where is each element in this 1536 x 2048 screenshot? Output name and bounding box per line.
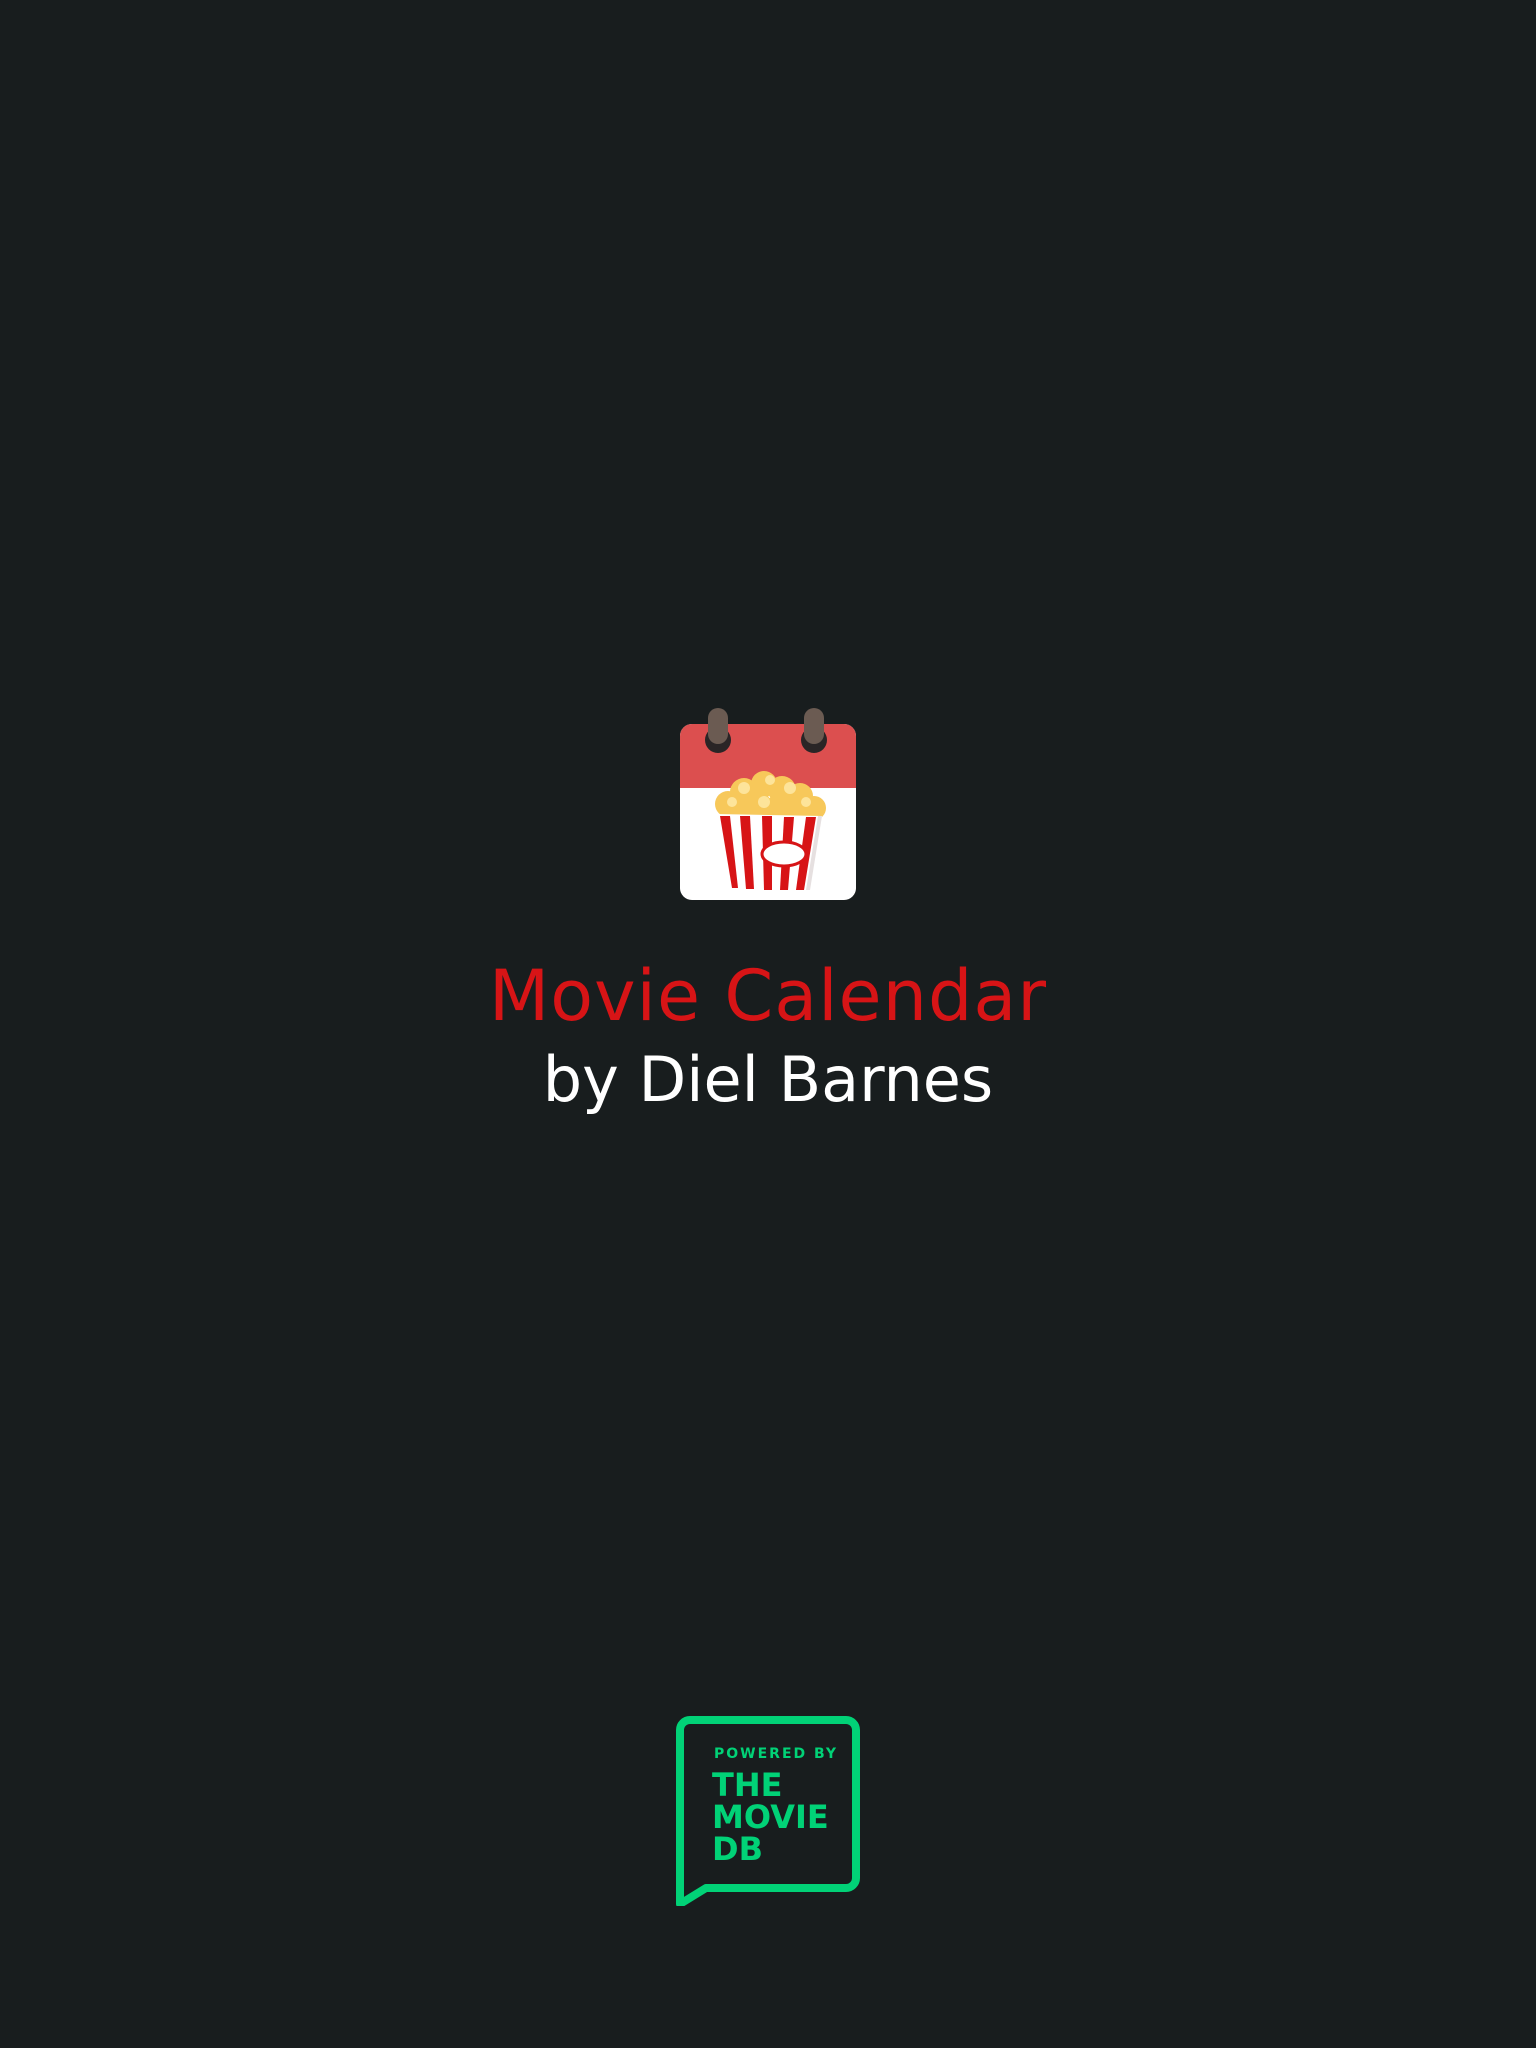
splash-screen: Movie Calendar by Diel Barnes POWERED BY… bbox=[0, 0, 1536, 2048]
popcorn-calendar-icon bbox=[680, 708, 856, 900]
app-author: by Diel Barnes bbox=[542, 1043, 994, 1116]
app-title: Movie Calendar bbox=[488, 955, 1048, 1037]
tmdb-line-3: DB bbox=[712, 1830, 763, 1868]
powered-by-label: POWERED BY bbox=[714, 1746, 838, 1762]
tmdb-logo[interactable]: POWERED BY THE MOVIE DB bbox=[676, 1716, 860, 1906]
